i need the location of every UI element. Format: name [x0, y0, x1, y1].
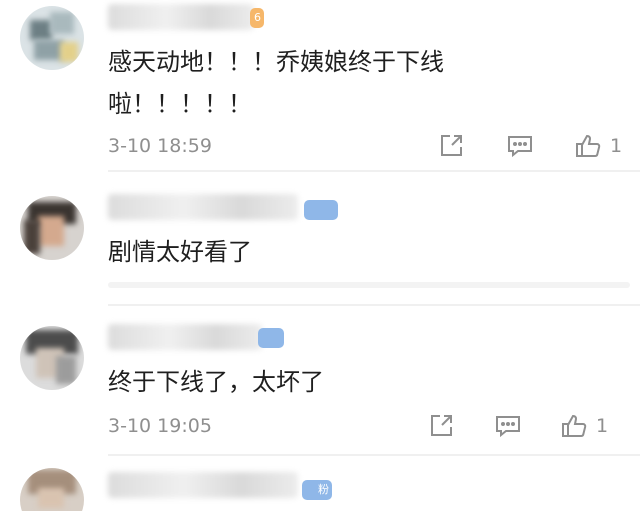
vip-badge: [304, 200, 338, 220]
thumbs-up-icon: [574, 133, 602, 159]
comment-item: 剧情太好看了: [0, 172, 640, 308]
comment-text: 剧情太好看了: [108, 238, 252, 266]
comment-meta: 3-10 18:59 1: [108, 132, 628, 160]
fan-badge: 粉: [302, 480, 332, 500]
comment-text: 终于下线了，太坏了: [108, 368, 324, 396]
avatar[interactable]: [20, 468, 84, 511]
comment-feed: 6 感天动地！！！乔姨娘终于下线 啦！！！！！ 3-10 18:59 1 剧情太…: [0, 0, 640, 511]
comment-text: 啦！！！！！: [108, 90, 252, 118]
share-button[interactable]: [428, 412, 454, 440]
comment-item: 粉: [0, 458, 640, 511]
vip-badge: [258, 328, 284, 348]
comment-icon: [494, 413, 522, 439]
like-count: 1: [610, 135, 623, 157]
comment-button[interactable]: [494, 412, 522, 440]
avatar[interactable]: [20, 326, 84, 390]
like-button[interactable]: 1: [560, 412, 608, 440]
reply-bar: [108, 282, 630, 288]
comment-time: 3-10 19:05: [108, 415, 212, 437]
divider: [108, 304, 640, 306]
fan-badge: 6: [250, 8, 264, 28]
thumbs-up-icon: [560, 413, 588, 439]
share-icon: [428, 413, 454, 439]
username-blurred[interactable]: [108, 324, 262, 350]
comment-text: 感天动地！！！乔姨娘终于下线: [108, 48, 444, 76]
comment-item: 终于下线了，太坏了 3-10 19:05 1: [0, 308, 640, 458]
avatar[interactable]: [20, 196, 84, 260]
username-blurred[interactable]: [108, 4, 254, 30]
like-button[interactable]: 1: [574, 132, 622, 160]
comment-icon: [506, 133, 534, 159]
comment-time: 3-10 18:59: [108, 135, 212, 157]
comment-meta: 3-10 19:05 1: [108, 412, 628, 440]
avatar[interactable]: [20, 6, 84, 70]
share-icon: [438, 133, 464, 159]
username-blurred[interactable]: [108, 472, 298, 498]
like-count: 1: [596, 415, 609, 437]
divider: [108, 454, 640, 456]
share-button[interactable]: [438, 132, 464, 160]
comment-item: 6 感天动地！！！乔姨娘终于下线 啦！！！！！ 3-10 18:59 1: [0, 0, 640, 172]
username-blurred[interactable]: [108, 194, 298, 220]
comment-button[interactable]: [506, 132, 534, 160]
